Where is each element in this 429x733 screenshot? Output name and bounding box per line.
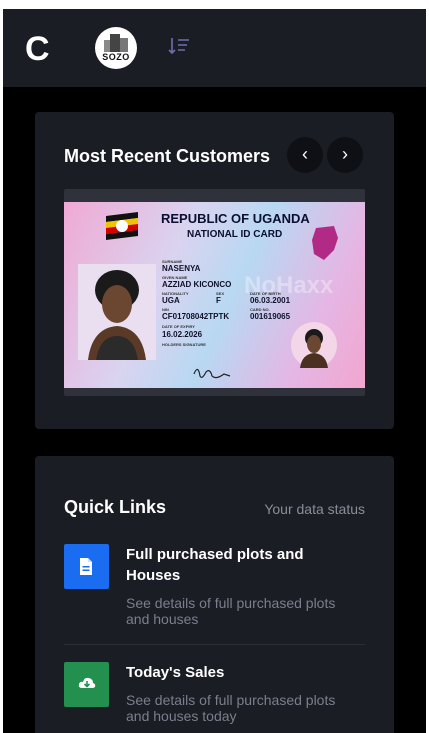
expiry-value: 16.02.2026	[162, 330, 203, 339]
company-logo[interactable]: SOZO	[95, 27, 137, 69]
uganda-map-icon	[312, 226, 338, 260]
logo-text: SOZO	[102, 52, 130, 62]
quick-link-title: Full purchased plots and Houses	[126, 546, 304, 584]
surname-value: NASENYA	[162, 264, 201, 273]
quick-link-description: See details of full purchased plots and …	[126, 692, 336, 724]
top-bar: C SOZO	[3, 9, 426, 87]
document-icon	[64, 544, 109, 589]
dob-value: 06.03.2001	[250, 296, 291, 305]
id-country: REPUBLIC OF UGANDA	[161, 211, 310, 226]
expiry-label: DATE OF EXPIRY	[162, 324, 195, 329]
sort-icon[interactable]	[168, 36, 190, 56]
carousel-prev-button[interactable]: ‹	[287, 137, 323, 173]
sex-value: F	[216, 296, 221, 305]
card-no-value: 001619065	[250, 312, 291, 321]
id-card-image: REPUBLIC OF UGANDA NATIONAL ID CARD NoHa…	[64, 202, 365, 388]
nationality-value: UGA	[162, 296, 180, 305]
id-portrait	[78, 264, 156, 360]
cloud-download-icon	[64, 662, 109, 707]
data-status-label: Your data status	[264, 501, 365, 517]
nin-value: CF01708042TPTK	[162, 312, 230, 321]
uganda-flag-icon	[106, 212, 138, 240]
quick-link-full-purchased[interactable]: Full purchased plots and Houses See deta…	[64, 544, 365, 645]
customer-id-card-slide[interactable]: REPUBLIC OF UGANDA NATIONAL ID CARD NoHa…	[64, 189, 365, 396]
app-frame: C SOZO Most Recent Customers ‹ › REPUBLI…	[3, 9, 426, 733]
recent-customers-title: Most Recent Customers	[64, 146, 271, 166]
quick-link-description: See details of full purchased plots and …	[126, 595, 336, 627]
brand-logo[interactable]: C	[25, 29, 50, 69]
signature-image	[193, 368, 231, 379]
recent-customers-card: Most Recent Customers ‹ › REPUBLIC OF UG…	[35, 112, 394, 429]
given-name-value: AZZIAD KICONCO	[162, 280, 232, 289]
id-secondary-portrait	[291, 322, 337, 368]
carousel-next-button[interactable]: ›	[327, 137, 363, 173]
id-doc-type: NATIONAL ID CARD	[187, 229, 283, 240]
quick-links-title: Quick Links	[64, 497, 167, 517]
quick-link-title: Today's Sales	[126, 664, 225, 681]
quick-link-todays-sales[interactable]: Today's Sales See details of full purcha…	[64, 662, 365, 733]
quick-links-card: Quick Links Your data status Full purcha…	[35, 456, 394, 733]
signature-label: HOLDERS SIGNATURE	[162, 342, 206, 347]
